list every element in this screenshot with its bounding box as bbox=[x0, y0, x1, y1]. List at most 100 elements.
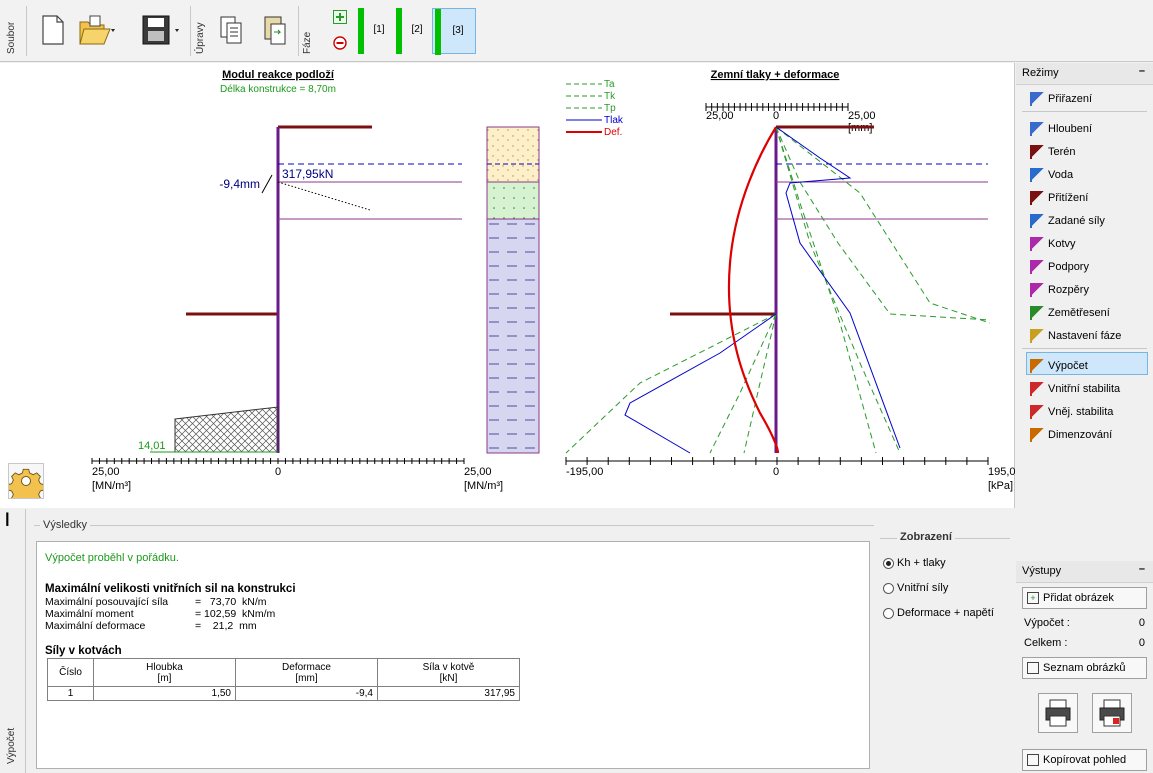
mode-item-label: Zemětřesení bbox=[1048, 306, 1110, 319]
left-passive-line bbox=[565, 313, 777, 454]
moment-value: = 102,59 kNm/m bbox=[195, 608, 276, 620]
mode-item-earthquake[interactable]: Zemětřesení bbox=[1016, 299, 1153, 322]
mode-item-label: Hloubení bbox=[1048, 122, 1093, 135]
remove-phase-button[interactable] bbox=[333, 36, 347, 50]
mode-item-analysis[interactable]: Výpočet bbox=[1026, 352, 1148, 375]
soil-layer-gravel bbox=[486, 181, 540, 220]
modes-list: Přiřazení Hloubení Terén Voda Přitížení Zadan… bbox=[1016, 85, 1153, 444]
minimize-icon[interactable]: – bbox=[1139, 563, 1145, 575]
radio-deformation-stress[interactable]: Deformace + napětí bbox=[883, 607, 994, 619]
mode-item-label: Zadané síly bbox=[1048, 214, 1105, 227]
internal-stability-icon bbox=[1030, 381, 1044, 396]
design-icon bbox=[1030, 427, 1044, 442]
image-list-label: Seznam obrázků bbox=[1043, 662, 1126, 674]
modes-separator bbox=[1022, 111, 1147, 112]
mode-item-water[interactable]: Voda bbox=[1016, 161, 1153, 184]
struts-icon bbox=[1030, 282, 1044, 297]
mode-item-supports[interactable]: Podpory bbox=[1016, 253, 1153, 276]
mode-item-surcharge[interactable]: Přitížení bbox=[1016, 184, 1153, 207]
mode-item-anchors[interactable]: Kotvy bbox=[1016, 230, 1153, 253]
mode-item-internal-stability[interactable]: Vnitřní stabilita bbox=[1016, 375, 1153, 398]
anchors-title: Síly v kotvách bbox=[45, 645, 122, 657]
open-button[interactable] bbox=[78, 14, 118, 48]
mode-item-external-stability[interactable]: Vněj. stabilita bbox=[1016, 398, 1153, 421]
phase-2-button[interactable]: [2] bbox=[404, 12, 430, 48]
col-header-text: Číslo bbox=[59, 667, 82, 678]
mode-item-phase-settings[interactable]: Nastavení fáze bbox=[1016, 322, 1153, 345]
radio-kh-pressures[interactable]: Kh + tlaky bbox=[883, 557, 946, 569]
left-pressure-line bbox=[624, 313, 777, 454]
right-axis-max-label: 195,0 bbox=[988, 466, 1015, 478]
left-axis-unit-right: [MN/m³] bbox=[464, 480, 503, 492]
right-axis-min-label: -195,00 bbox=[566, 466, 603, 478]
calc-side-tab[interactable]: ┃ Výpočet bbox=[0, 509, 26, 773]
right-axis-unit: [kPa] bbox=[988, 480, 1013, 492]
surcharge-icon bbox=[1030, 190, 1044, 205]
results-group-line bbox=[34, 525, 874, 526]
add-image-label: Přidat obrázek bbox=[1043, 592, 1114, 604]
add-image-button[interactable]: + Přidat obrázek bbox=[1022, 587, 1147, 609]
minimize-icon[interactable]: – bbox=[1139, 65, 1145, 77]
phase-1-button[interactable]: [1] bbox=[366, 12, 392, 48]
subgrade-modulus-area bbox=[174, 406, 279, 453]
save-floppy-icon bbox=[142, 15, 179, 45]
col-header-force: Síla v kotvě [kN] bbox=[377, 658, 520, 687]
mode-item-label: Přiřazení bbox=[1048, 92, 1093, 105]
print-export-button[interactable] bbox=[1092, 693, 1132, 733]
printer-icon bbox=[1045, 699, 1071, 727]
col-header-deformation: Deformace [mm] bbox=[235, 658, 378, 687]
new-file-button[interactable] bbox=[40, 14, 66, 46]
left-x-axis bbox=[91, 458, 465, 464]
phase-3-button[interactable]: [3] bbox=[445, 13, 471, 49]
copy-button[interactable] bbox=[218, 14, 246, 48]
phase-settings-icon bbox=[1030, 328, 1044, 343]
diagram-svg: Modul reakce podloží Délka konstrukce = … bbox=[91, 69, 1015, 492]
mode-item-label: Rozpěry bbox=[1048, 283, 1089, 296]
water-icon bbox=[1030, 167, 1044, 182]
outputs-header: Výstupy – bbox=[1016, 561, 1153, 583]
phase-group-label: Fáze bbox=[302, 31, 313, 54]
modes-title: Režimy bbox=[1022, 67, 1059, 79]
total-count-value: 0 bbox=[1138, 637, 1145, 649]
mode-item-assign[interactable]: Přiřazení bbox=[1016, 85, 1153, 108]
plus-icon bbox=[333, 10, 347, 24]
mode-item-excavation[interactable]: Hloubení bbox=[1016, 115, 1153, 138]
radio-deform-label: Deformace + napětí bbox=[897, 607, 994, 619]
mode-item-label: Přitížení bbox=[1048, 191, 1089, 204]
radio-internal-forces[interactable]: Vnitřní síly bbox=[883, 582, 948, 594]
shear-value: = 73,70 kN/m bbox=[195, 596, 267, 608]
right-passive-limit-line bbox=[775, 126, 991, 321]
pin-icon[interactable]: ┃ bbox=[4, 513, 11, 526]
left-axis-unit-left: [MN/m³] bbox=[92, 480, 131, 492]
copy-view-button[interactable]: Kopírovat pohled bbox=[1022, 749, 1147, 771]
mode-item-label: Dimenzování bbox=[1048, 428, 1113, 441]
mode-item-design[interactable]: Dimenzování bbox=[1016, 421, 1153, 444]
total-count-label: Celkem : bbox=[1024, 637, 1068, 649]
toolbar-separator bbox=[190, 6, 191, 56]
anchor-line bbox=[277, 181, 371, 211]
drawing-canvas[interactable]: Modul reakce podloží Délka konstrukce = … bbox=[0, 63, 1015, 508]
image-list-button[interactable]: Seznam obrázků bbox=[1022, 657, 1147, 679]
moment-label: Maximální moment bbox=[45, 608, 134, 620]
radio-internal-label: Vnitřní síly bbox=[897, 582, 949, 594]
mode-item-forces[interactable]: Zadané síly bbox=[1016, 207, 1153, 230]
right-tp-line bbox=[775, 126, 991, 324]
forces-icon bbox=[1030, 213, 1044, 228]
right-active-line bbox=[775, 126, 877, 454]
phase-indicator bbox=[435, 9, 441, 55]
col-header-unit: [m] bbox=[157, 672, 172, 684]
mode-item-label: Vnitřní stabilita bbox=[1048, 382, 1121, 395]
add-phase-button[interactable] bbox=[333, 10, 347, 24]
right-chart-title: Zemní tlaky + deformace bbox=[711, 69, 840, 81]
print-button[interactable] bbox=[1038, 693, 1078, 733]
mode-item-terrain[interactable]: Terén bbox=[1016, 138, 1153, 161]
anchors-icon bbox=[1030, 236, 1044, 251]
settings-button[interactable] bbox=[8, 463, 44, 499]
phase-3-active-frame[interactable]: [3] bbox=[432, 8, 476, 55]
save-button[interactable] bbox=[140, 14, 182, 48]
mode-item-struts[interactable]: Rozpěry bbox=[1016, 276, 1153, 299]
col-header-text: Deformace bbox=[282, 661, 331, 673]
paste-button[interactable] bbox=[262, 14, 290, 48]
calc-count-label: Výpočet : bbox=[1024, 617, 1070, 629]
copy-view-icon bbox=[1027, 754, 1039, 766]
